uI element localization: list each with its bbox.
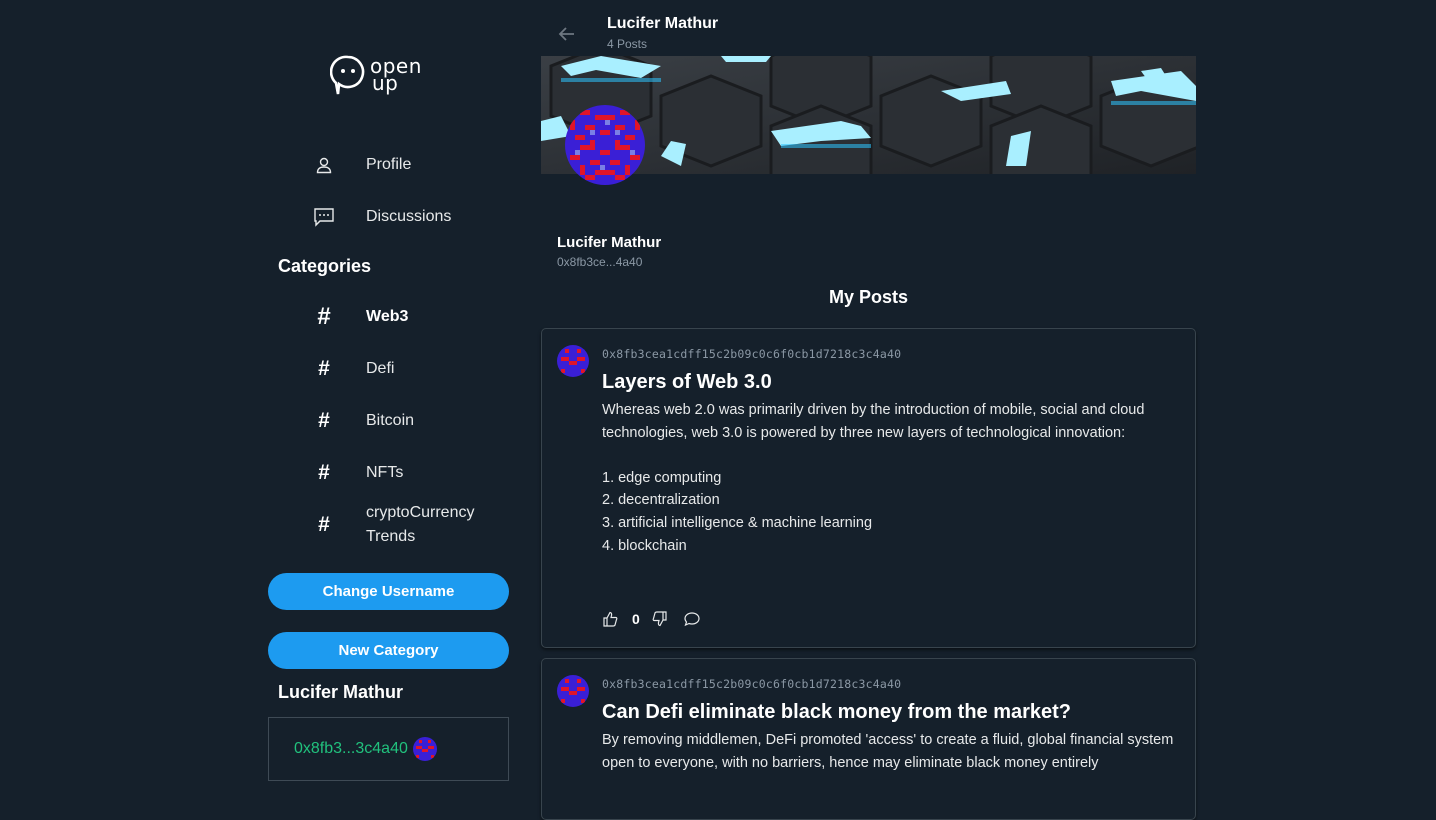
- nav-profile-label: Profile: [366, 156, 412, 173]
- avatar: [557, 345, 589, 377]
- like-count: 0: [632, 611, 640, 627]
- post-title[interactable]: Can Defi eliminate black money from the …: [602, 701, 1071, 724]
- nav-discussions-label: Discussions: [366, 208, 452, 225]
- sidebar: open up Profile Discussions Categories #…: [268, 0, 509, 789]
- logo-wordmark: open up: [370, 54, 422, 95]
- post-card[interactable]: 0x8fb3cea1cdff15c2b09c0c6f0cb1d7218c3c4a…: [541, 658, 1196, 820]
- category-label: cryptoCurrency Trends: [366, 504, 475, 545]
- header-user-name: Lucifer Mathur: [607, 15, 719, 32]
- nav-discussions[interactable]: Discussions: [268, 197, 509, 237]
- category-cryptocurrency-trends[interactable]: # cryptoCurrency Trends: [268, 502, 509, 548]
- my-posts-heading: My Posts: [828, 287, 909, 307]
- nav-profile[interactable]: Profile: [268, 145, 509, 185]
- category-nfts[interactable]: # NFTs: [268, 453, 509, 493]
- category-label: Web3: [366, 308, 409, 325]
- user-icon: [312, 153, 336, 177]
- openup-logo[interactable]: open up: [330, 52, 432, 98]
- speech-bubble-logo-icon: [330, 55, 365, 95]
- sidebar-user-name: Lucifer Mathur: [278, 682, 404, 702]
- back-arrow-icon[interactable]: [557, 24, 579, 46]
- categories-heading: Categories: [278, 256, 372, 276]
- change-username-button[interactable]: Change Username: [268, 573, 509, 610]
- post-card[interactable]: 0x8fb3cea1cdff15c2b09c0c6f0cb1d7218c3c4a…: [541, 328, 1196, 648]
- post-author-address: 0x8fb3cea1cdff15c2b09c0c6f0cb1d7218c3c4a…: [602, 677, 902, 691]
- hashtag-icon: #: [318, 513, 330, 536]
- profile-address: 0x8fb3ce...4a40: [557, 255, 643, 269]
- profile-name: Lucifer Mathur: [557, 234, 662, 251]
- wallet-connect-box[interactable]: 0x8fb3...3c4a40: [268, 717, 509, 781]
- wallet-address: 0x8fb3...3c4a40: [294, 740, 408, 757]
- avatar: [412, 737, 437, 761]
- main-column: Lucifer Mathur 4 Posts Lucifer Mathur 0x…: [541, 0, 1196, 820]
- category-defi[interactable]: # Defi: [268, 349, 509, 389]
- post-author-address: 0x8fb3cea1cdff15c2b09c0c6f0cb1d7218c3c4a…: [602, 347, 902, 361]
- thumbs-down-icon[interactable]: [652, 611, 668, 627]
- hashtag-icon: #: [318, 357, 330, 380]
- category-label: NFTs: [366, 464, 404, 481]
- category-bitcoin[interactable]: # Bitcoin: [268, 401, 509, 441]
- post-body: By removing middlemen, DeFi promoted 'ac…: [602, 732, 1178, 771]
- hashtag-icon: #: [318, 461, 330, 484]
- thumbs-up-icon[interactable]: [602, 611, 618, 627]
- avatar: [557, 675, 589, 707]
- comment-icon[interactable]: [684, 611, 700, 627]
- profile-avatar: [565, 105, 645, 185]
- category-web3[interactable]: # Web3: [268, 297, 509, 337]
- hashtag-icon: #: [318, 409, 330, 432]
- post-body: Whereas web 2.0 was primarily driven by …: [602, 402, 1145, 554]
- category-label: Defi: [366, 360, 395, 377]
- chat-icon: [312, 205, 336, 229]
- post-actions: 0: [602, 611, 700, 627]
- new-category-button[interactable]: New Category: [268, 632, 509, 669]
- post-title[interactable]: Layers of Web 3.0: [602, 371, 772, 394]
- category-label: Bitcoin: [366, 412, 415, 429]
- hashtag-icon: #: [317, 303, 331, 330]
- header-post-count: 4 Posts: [607, 37, 648, 51]
